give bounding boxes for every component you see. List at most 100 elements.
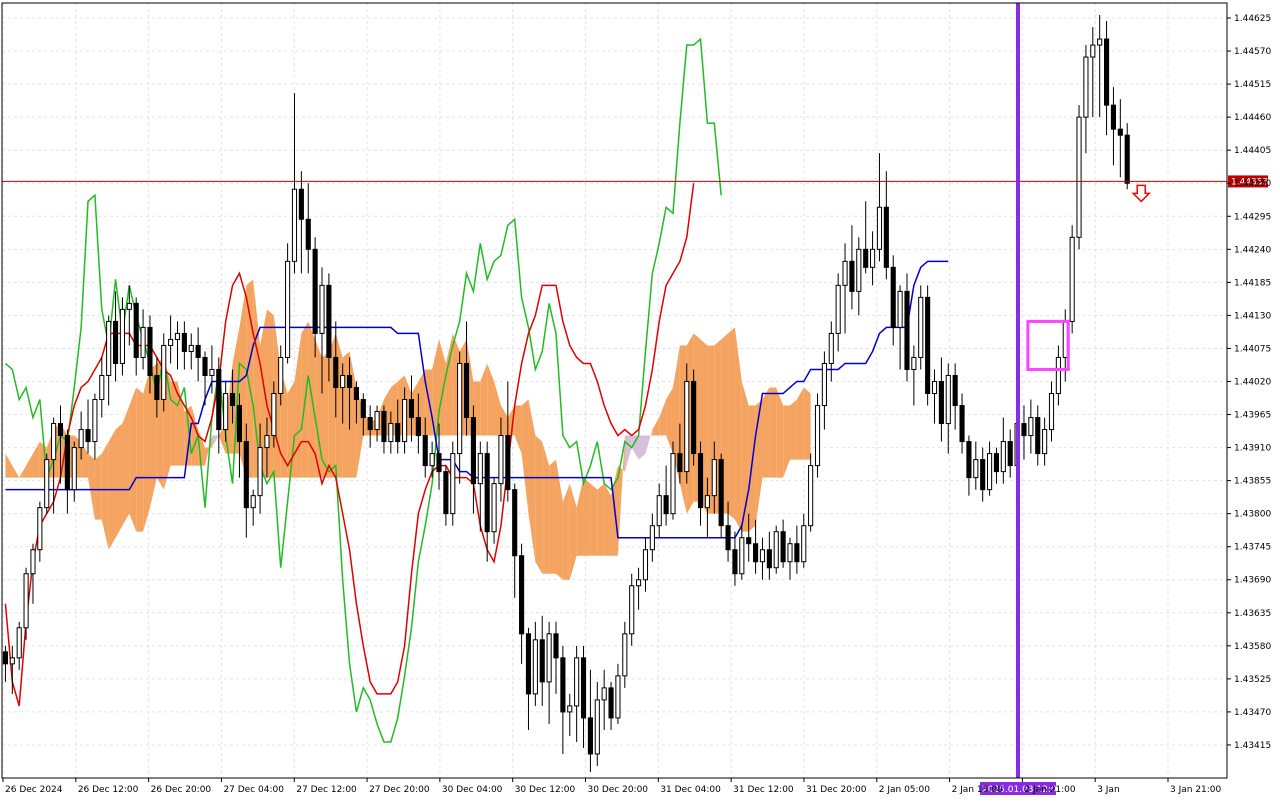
candle-body[interactable] [532,639,538,695]
candle-body[interactable] [298,188,304,220]
candle-body[interactable] [57,423,64,437]
candle-body[interactable] [629,585,635,635]
candle-body[interactable] [264,435,270,449]
candle-body[interactable] [64,435,70,491]
candle-body[interactable] [945,374,951,425]
candle-body[interactable] [897,290,903,328]
candle-body[interactable] [92,399,98,443]
candle-body[interactable] [704,495,710,509]
candle-body[interactable] [395,423,401,443]
candle-body[interactable] [312,248,318,334]
candle-body[interactable] [161,344,167,401]
candle-body[interactable] [1110,104,1117,130]
candle-body[interactable] [1035,417,1041,455]
candle-body[interactable] [188,344,194,352]
candle-body[interactable] [863,248,869,268]
candle-body[interactable] [814,405,821,467]
candle-body[interactable] [30,549,36,575]
candle-body[interactable] [525,633,532,695]
candle-body[interactable] [16,627,22,659]
candle-body[interactable] [574,657,580,707]
candle-body[interactable] [718,459,724,527]
candle-body[interactable] [732,549,738,575]
candle-body[interactable] [484,453,490,533]
candle-body[interactable] [126,302,132,310]
candle-body[interactable] [99,374,105,401]
candle-body[interactable] [388,423,394,443]
candle-body[interactable] [174,332,181,340]
candle-body[interactable] [539,639,545,683]
candle-body[interactable] [429,453,435,467]
candle-body[interactable] [257,447,263,497]
candle-body[interactable] [195,344,201,358]
candle-body[interactable] [1021,423,1027,437]
candle-body[interactable] [993,453,1000,473]
candle-body[interactable] [443,471,449,515]
candle-body[interactable] [567,705,573,713]
candle-body[interactable] [78,429,84,449]
candle-body[interactable] [1048,393,1055,431]
candle-body[interactable] [987,453,993,491]
candle-body[interactable] [209,368,215,376]
candle-body[interactable] [498,435,504,485]
candle-body[interactable] [615,675,621,719]
candle-body[interactable] [649,525,655,551]
candle-body[interactable] [457,362,463,455]
candle-body[interactable] [181,332,187,352]
candle-body[interactable] [794,543,800,563]
candle-body[interactable] [821,362,827,407]
candle-body[interactable] [766,549,772,569]
candle-body[interactable] [780,531,786,563]
candle-body[interactable] [587,717,593,755]
candle-body[interactable] [402,399,408,443]
candle-body[interactable] [711,459,717,497]
candle-body[interactable] [739,537,745,575]
candle-body[interactable] [1055,356,1061,395]
candle-body[interactable] [319,284,325,334]
candle-body[interactable] [608,687,614,719]
candle-body[interactable] [408,399,415,419]
candle-body[interactable] [746,537,752,545]
candle-body[interactable] [436,453,442,473]
candle-body[interactable] [236,405,242,443]
candle-body[interactable] [1083,56,1089,118]
candle-body[interactable] [119,308,126,364]
candle-body[interactable] [1076,116,1082,238]
candle-body[interactable] [753,543,759,563]
candle-body[interactable] [959,405,965,443]
candle-body[interactable] [216,368,222,431]
candle-body[interactable] [828,332,834,364]
candle-body[interactable] [367,417,373,431]
candle-body[interactable] [980,459,986,491]
candle-body[interactable] [44,459,50,509]
candle-body[interactable] [23,573,29,629]
candle-body[interactable] [787,543,793,563]
candle-body[interactable] [890,266,896,328]
candle-body[interactable] [918,296,924,358]
candle-body[interactable] [381,411,387,443]
candle-body[interactable] [835,284,841,334]
candle-body[interactable] [773,531,779,569]
candle-body[interactable] [1069,236,1075,322]
candle-body[interactable] [546,633,552,683]
candle-body[interactable] [519,555,525,635]
candle-body[interactable] [801,525,807,563]
candle-body[interactable] [925,296,931,395]
candle-body[interactable] [1090,44,1096,58]
candle-body[interactable] [37,507,43,551]
candle-body[interactable] [1097,38,1103,46]
candle-body[interactable] [663,495,669,515]
candle-body[interactable] [353,386,359,401]
candle-body[interactable] [952,374,958,407]
chart-canvas[interactable]: 1.443532025.01.03 12:00 1.446251.445701.… [0,0,1280,800]
candle-body[interactable] [477,453,483,485]
candle-body[interactable] [374,411,380,431]
candle-body[interactable] [71,447,77,491]
candle-body[interactable] [340,374,346,388]
candle-body[interactable] [931,380,938,395]
candle-body[interactable] [223,393,229,431]
candle-body[interactable] [291,188,298,262]
candle-body[interactable] [243,441,249,509]
candle-body[interactable] [725,525,731,551]
candle-body[interactable] [285,260,291,358]
